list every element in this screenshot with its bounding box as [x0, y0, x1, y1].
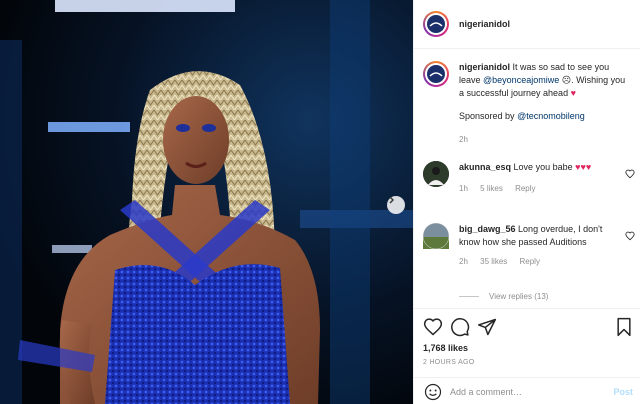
- comment-username[interactable]: big_dawg_56: [459, 224, 516, 234]
- avatar[interactable]: [423, 61, 449, 87]
- avatar[interactable]: [423, 11, 449, 37]
- red-heart-emoji-icon: ♥♥♥: [575, 162, 592, 172]
- view-replies-button[interactable]: View replies (13): [459, 292, 548, 301]
- sad-emoji-icon: ☹: [561, 75, 572, 85]
- sponsor-mention-link[interactable]: @tecnomobileng: [517, 111, 585, 121]
- add-comment-input[interactable]: [450, 386, 600, 397]
- smiley-icon[interactable]: [424, 383, 442, 401]
- post-timestamp[interactable]: 2 HOURS AGO: [423, 359, 475, 366]
- comment-item: akunna_esq Love you babe ♥♥♥ 1h 5 likes …: [423, 161, 635, 195]
- comment-time[interactable]: 1h: [459, 184, 468, 193]
- reply-button[interactable]: Reply: [515, 184, 535, 193]
- next-photo-button[interactable]: [387, 196, 405, 214]
- like-comment-heart-icon[interactable]: [625, 231, 635, 241]
- chevron-right-icon: [389, 196, 394, 204]
- avatar[interactable]: [423, 161, 449, 187]
- caption-time[interactable]: 2h: [459, 135, 468, 144]
- caption-mention-link[interactable]: @beyonceajomiwe: [483, 75, 559, 85]
- comment-like-count[interactable]: 5 likes: [480, 184, 503, 193]
- comment-body: big_dawg_56 Long overdue, I don't know h…: [459, 223, 619, 268]
- bookmark-icon[interactable]: [615, 317, 633, 337]
- like-comment-heart-icon[interactable]: [625, 169, 635, 179]
- brand-logo-icon: [429, 22, 443, 27]
- caption-body: nigerianidol It was so sad to see you le…: [459, 61, 629, 146]
- instagram-post-dialog: nigerianidol nigerianidol It was so sad …: [0, 0, 640, 404]
- post-author-username[interactable]: nigerianidol: [459, 19, 510, 29]
- comment-username[interactable]: akunna_esq: [459, 162, 511, 172]
- post-header: nigerianidol: [414, 0, 640, 49]
- user-photo-icon: [422, 222, 450, 250]
- comment-item: big_dawg_56 Long overdue, I don't know h…: [422, 222, 635, 268]
- comment-like-count[interactable]: 35 likes: [480, 257, 507, 266]
- comments-list: nigerianidol It was so sad to see you le…: [414, 50, 640, 308]
- user-photo-icon: [423, 161, 449, 187]
- view-replies-label: View replies (13): [489, 292, 549, 301]
- paper-plane-icon[interactable]: [477, 317, 497, 337]
- add-comment-bar: Post: [414, 377, 640, 404]
- performer-photo-illustration: [0, 0, 413, 404]
- post-photo: [0, 0, 413, 404]
- post-side-panel: nigerianidol nigerianidol It was so sad …: [413, 0, 640, 404]
- avatar[interactable]: [422, 222, 450, 250]
- reply-button[interactable]: Reply: [520, 257, 540, 266]
- caption-sponsor-text: Sponsored by: [459, 111, 515, 121]
- brand-logo-icon: [429, 72, 443, 77]
- caption-item: nigerianidol It was so sad to see you le…: [423, 61, 633, 146]
- action-icons-row: [423, 317, 504, 337]
- red-heart-emoji-icon: ♥: [570, 88, 576, 98]
- comment-text: Love you babe: [513, 162, 573, 172]
- like-count[interactable]: 1,768 likes: [423, 343, 468, 353]
- comment-time[interactable]: 2h: [459, 257, 468, 266]
- heart-outline-icon[interactable]: [423, 317, 443, 337]
- replies-divider: [459, 296, 479, 297]
- speech-bubble-icon[interactable]: [450, 317, 470, 337]
- post-actions: 1,768 likes 2 HOURS AGO Post: [414, 308, 640, 404]
- post-comment-button[interactable]: Post: [613, 387, 633, 397]
- comment-body: akunna_esq Love you babe ♥♥♥ 1h 5 likes …: [459, 161, 619, 195]
- caption-username[interactable]: nigerianidol: [459, 62, 510, 72]
